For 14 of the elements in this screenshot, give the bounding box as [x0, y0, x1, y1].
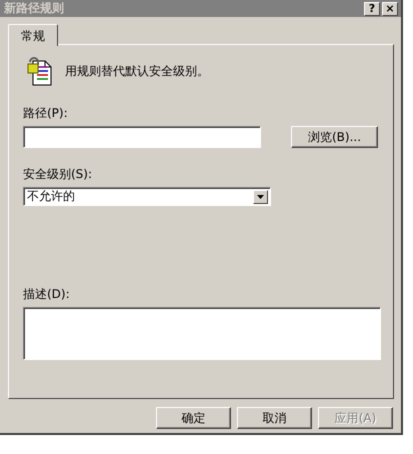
description-field[interactable] [23, 307, 381, 360]
path-field[interactable] [23, 126, 261, 148]
intro-text: 用规则替代默认安全级别。 [65, 62, 209, 80]
security-level-label: 安全级别(S): [23, 166, 94, 183]
dialog-button[interactable]: 取消 [237, 407, 312, 429]
description-label: 描述(D): [23, 286, 71, 303]
security-level-dropdown[interactable]: 不允许的 [23, 187, 271, 206]
browse-button[interactable]: 浏览(B)... [291, 126, 378, 148]
tab[interactable]: 常规 [8, 24, 58, 46]
dialog-button[interactable]: 确定 [156, 407, 231, 429]
help-button[interactable]: ? [364, 2, 380, 16]
close-button[interactable]: × [382, 2, 398, 16]
window-title: 新路径规则 [4, 0, 64, 17]
path-label: 路径(P): [23, 105, 69, 122]
